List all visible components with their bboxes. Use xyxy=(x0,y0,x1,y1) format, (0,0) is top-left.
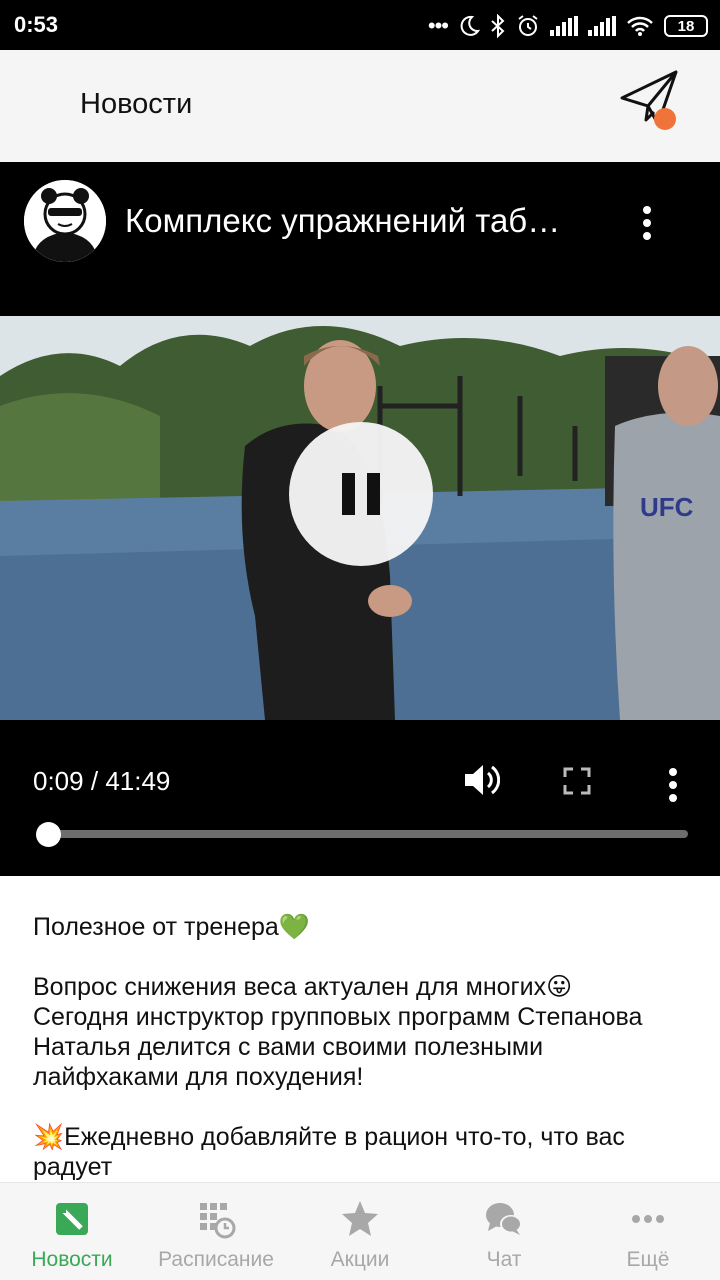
star-icon xyxy=(342,1201,378,1236)
nav-label: Чат xyxy=(486,1248,522,1271)
more-dots-icon xyxy=(632,1215,664,1223)
moon-icon xyxy=(460,15,480,36)
video-title[interactable]: Комплекс упражнений таб… xyxy=(125,202,605,240)
fullscreen-icon[interactable] xyxy=(563,767,591,795)
nav-label: Расписание xyxy=(158,1248,274,1271)
notification-dot xyxy=(654,108,676,130)
signal-icon xyxy=(550,16,578,36)
post-paragraph: 💥Ежедневно добавляйте в рацион что-то, ч… xyxy=(33,1123,625,1181)
video-timer: 0:09 / 41:49 xyxy=(33,766,170,797)
nav-label: Акции xyxy=(330,1248,390,1271)
bottom-nav: Новости Расписание Акции Чат Ещё xyxy=(0,1182,720,1280)
page-title: Новости xyxy=(80,88,193,120)
volume-icon[interactable] xyxy=(462,762,500,798)
pause-icon xyxy=(342,473,355,515)
alarm-icon xyxy=(518,15,538,36)
post-paragraph: Полезное от тренера💚 xyxy=(33,913,310,941)
video-player[interactable]: Комплекс упражнений таб… UFC 0:09 / 41:4… xyxy=(0,162,720,876)
app-header: Новости xyxy=(0,50,720,162)
nav-item-schedule[interactable]: Расписание xyxy=(144,1183,288,1280)
video-menu-icon[interactable] xyxy=(642,206,652,240)
nav-item-news[interactable]: Новости xyxy=(0,1183,144,1280)
status-icons: ••• 18 xyxy=(428,12,708,40)
wifi-icon xyxy=(627,16,653,36)
progress-track[interactable] xyxy=(38,830,688,838)
battery-level: 18 xyxy=(677,17,695,35)
post-body: Полезное от тренера💚 Вопрос снижения вес… xyxy=(33,912,693,1212)
more-dots-icon: ••• xyxy=(427,13,449,38)
signal-icon xyxy=(588,16,616,36)
status-bar: 0:53 ••• 18 xyxy=(0,0,720,50)
nav-item-chat[interactable]: Чат xyxy=(432,1183,576,1280)
status-time: 0:53 xyxy=(14,12,59,37)
nav-item-promotions[interactable]: Акции xyxy=(288,1183,432,1280)
news-icon xyxy=(56,1203,88,1235)
schedule-icon xyxy=(200,1203,236,1239)
current-time: 0:09 xyxy=(33,766,84,796)
nav-label: Ещё xyxy=(626,1248,670,1271)
duration: 41:49 xyxy=(105,766,171,796)
progress-knob[interactable] xyxy=(36,822,62,847)
more-vert-icon[interactable] xyxy=(668,768,678,802)
panda-avatar xyxy=(24,180,106,262)
pause-button[interactable] xyxy=(289,422,433,566)
nav-item-more[interactable]: Ещё xyxy=(576,1183,720,1280)
nav-label: Новости xyxy=(31,1248,113,1271)
time-separator: / xyxy=(90,766,99,796)
channel-avatar[interactable] xyxy=(24,180,106,262)
bluetooth-icon xyxy=(491,14,505,38)
chat-icon xyxy=(486,1203,522,1235)
svg-text:UFC: UFC xyxy=(640,492,694,522)
battery-icon: 18 xyxy=(664,15,708,37)
post-paragraph: Вопрос снижения веса актуален для многих… xyxy=(33,973,643,1091)
